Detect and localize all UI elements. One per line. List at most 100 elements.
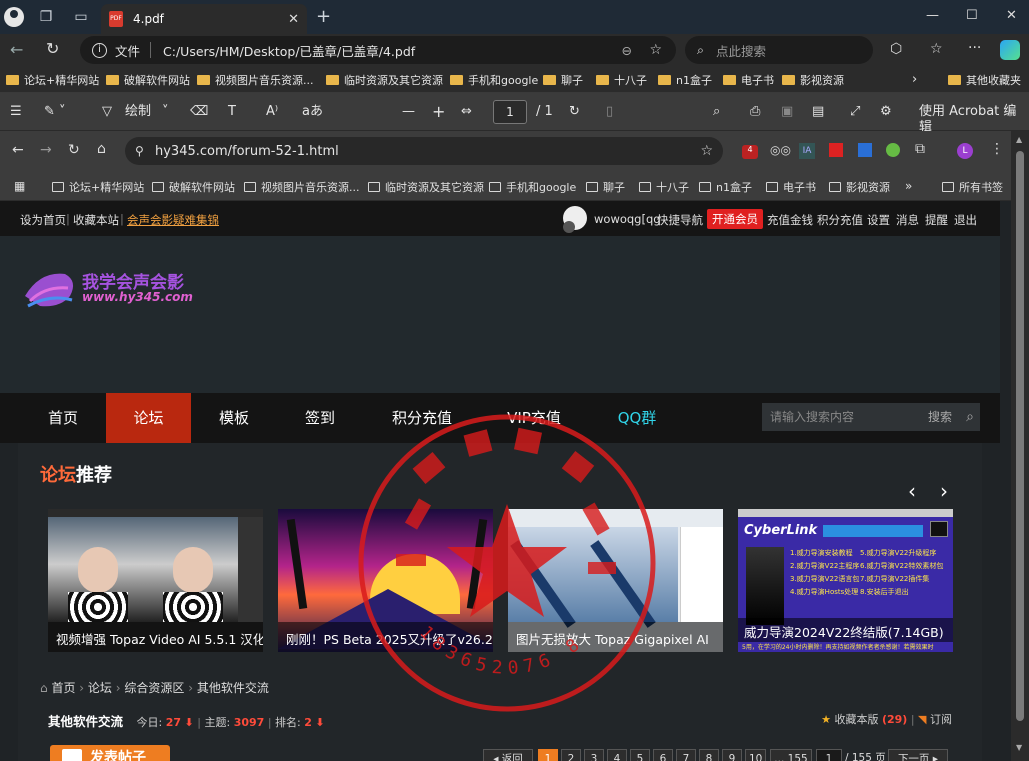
topbar-link[interactable]: 提醒	[925, 212, 948, 228]
carousel-next-icon[interactable]: ›	[940, 479, 948, 503]
bookmark-item[interactable]: 临时资源及其它资源	[368, 179, 484, 195]
edge-search-box[interactable]: ⌕ 点此搜索	[685, 36, 873, 64]
scroll-up-icon[interactable]: ▲	[1016, 135, 1022, 144]
page-link[interactable]: 10	[745, 749, 767, 761]
breadcrumb-item[interactable]: 其他软件交流	[197, 681, 269, 695]
fit-width-icon[interactable]: ⇔	[461, 104, 472, 120]
favorite-star-icon[interactable]: ☆	[649, 42, 662, 58]
next-page-button[interactable]: 下一页 ▸	[888, 749, 948, 761]
faq-link[interactable]: 会声会影疑难集锦	[127, 212, 219, 228]
text-box-icon[interactable]: T	[228, 104, 236, 120]
profile-avatar[interactable]: L	[957, 143, 973, 159]
breadcrumb-item[interactable]: 综合资源区	[124, 681, 184, 695]
recommend-card[interactable]: 视频增强 Topaz Video AI 5.5.1 汉化	[48, 509, 263, 652]
rotate-icon[interactable]: ↻	[569, 104, 580, 120]
topbar-link[interactable]: 设置	[867, 212, 890, 228]
quick-nav-link[interactable]: 快捷导航	[657, 212, 703, 228]
back-icon[interactable]: ←	[12, 142, 24, 158]
bookmark-item[interactable]: 视频图片音乐资源...	[244, 179, 360, 195]
chevron-down-icon[interactable]: ˅	[162, 104, 169, 120]
page-link[interactable]: 7	[676, 749, 696, 761]
bookmark-item[interactable]: 手机和google	[489, 179, 576, 195]
apps-grid-icon[interactable]: ▦	[14, 179, 25, 193]
fav-item[interactable]: 影视资源	[782, 72, 844, 88]
search-icon[interactable]: ⌕	[713, 104, 720, 120]
favorite-forum-link[interactable]: 收藏本版	[834, 713, 878, 726]
nav-vip[interactable]: VIP充值	[481, 393, 587, 443]
close-tab-icon[interactable]: ✕	[288, 12, 299, 27]
page-link[interactable]: 5	[630, 749, 650, 761]
read-aloud-icon[interactable]: A⁾	[266, 104, 278, 120]
profile-icon[interactable]	[4, 7, 24, 27]
breadcrumb-item[interactable]: 首页	[51, 681, 75, 695]
contents-icon[interactable]: ☰	[10, 104, 22, 120]
nav-checkin[interactable]: 签到	[277, 393, 363, 443]
new-tab-button[interactable]: +	[316, 8, 331, 26]
menu-icon[interactable]: ⋮	[990, 141, 1004, 157]
subscribe-link[interactable]: 订阅	[930, 713, 952, 726]
fav-item[interactable]: 论坛+精华网站	[6, 72, 99, 88]
fav-item[interactable]: 手机和google	[450, 72, 538, 88]
copilot-icon[interactable]	[1000, 40, 1020, 60]
scrollbar-thumb[interactable]	[1016, 151, 1024, 721]
settings-gear-icon[interactable]: ⚙	[880, 104, 892, 120]
forward-icon[interactable]: →	[40, 142, 52, 158]
zoom-icon[interactable]: ⊖	[622, 43, 632, 58]
fav-item[interactable]: 聊子	[543, 72, 583, 88]
extensions-icon[interactable]: ⬡	[890, 41, 902, 57]
extension-icon[interactable]	[858, 143, 872, 157]
scroll-down-icon[interactable]: ▼	[1016, 743, 1022, 752]
tab-actions-icon[interactable]: ▭	[72, 8, 90, 26]
bookmark-item[interactable]: 电子书	[766, 179, 816, 195]
bookmark-item[interactable]: 所有书签	[942, 179, 1003, 195]
topbar-link[interactable]: 充值金钱	[767, 212, 813, 228]
site-logo[interactable]: 我学会声会影 www.hy345.com	[20, 266, 210, 311]
extension-icon[interactable]: IA	[799, 143, 815, 159]
eraser-icon[interactable]: ⌫	[190, 104, 208, 120]
bookmark-item[interactable]: 影视资源	[829, 179, 890, 195]
topbar-link[interactable]: 退出	[954, 212, 977, 228]
page-link-last[interactable]: ... 155	[770, 749, 812, 761]
breadcrumb-item[interactable]: 论坛	[88, 681, 112, 695]
site-info-icon[interactable]: ⚲	[135, 144, 144, 158]
page-link[interactable]: 9	[722, 749, 742, 761]
maximize-button[interactable]: ☐	[966, 8, 978, 23]
fav-item[interactable]: 破解软件网站	[106, 72, 190, 88]
nav-qq-group[interactable]: QQ群	[587, 393, 687, 443]
close-window-button[interactable]: ✕	[1006, 8, 1017, 23]
fullscreen-icon[interactable]: ⤢	[850, 104, 860, 120]
print-icon[interactable]: ⎙	[750, 104, 760, 120]
more-icon[interactable]: ···	[968, 40, 981, 56]
bookmark-item[interactable]: 破解软件网站	[152, 179, 235, 195]
pdf-scrollbar[interactable]: ▲ ▼	[1011, 131, 1029, 761]
fav-item[interactable]: n1盒子	[658, 72, 712, 88]
nav-points[interactable]: 积分充值	[363, 393, 481, 443]
bookmark-item[interactable]: 十八子	[639, 179, 689, 195]
bookmark-item[interactable]: 论坛+精华网站	[52, 179, 144, 195]
page-link[interactable]: 2	[561, 749, 581, 761]
new-post-button[interactable]: 发表帖子	[50, 745, 170, 761]
set-home-link[interactable]: 设为首页	[20, 212, 66, 228]
extension-icon[interactable]	[886, 143, 900, 157]
extension-icon[interactable]: ◎◎	[770, 143, 791, 157]
topbar-link[interactable]: 消息	[896, 212, 919, 228]
translate-icon[interactable]: aあ	[302, 104, 323, 120]
nav-forum[interactable]: 论坛	[106, 393, 191, 443]
refresh-icon[interactable]: ↻	[46, 39, 59, 58]
extension-icon[interactable]	[829, 143, 843, 157]
minimize-button[interactable]: —	[926, 8, 939, 23]
fav-item[interactable]: 其他收藏夹	[948, 72, 1021, 88]
page-number-input[interactable]: 1	[493, 100, 527, 124]
topbar-link[interactable]: 积分充值	[817, 212, 863, 228]
refresh-icon[interactable]: ↻	[68, 142, 80, 158]
fav-item[interactable]: 临时资源及其它资源	[326, 72, 443, 88]
user-avatar[interactable]	[563, 206, 587, 233]
chevron-right-icon[interactable]: ›	[912, 72, 917, 87]
fav-item[interactable]: 电子书	[723, 72, 774, 88]
fav-item[interactable]: 十八子	[596, 72, 647, 88]
vip-open-button[interactable]: 开通会员	[707, 209, 763, 229]
edge-address-bar[interactable]: i 文件 C:/Users/HM/Desktop/已盖章/已盖章/4.pdf ⊖…	[80, 36, 676, 64]
home-icon[interactable]: ⌂	[97, 141, 106, 157]
home-icon[interactable]: ⌂	[40, 681, 48, 695]
carousel-prev-icon[interactable]: ‹	[908, 479, 916, 503]
